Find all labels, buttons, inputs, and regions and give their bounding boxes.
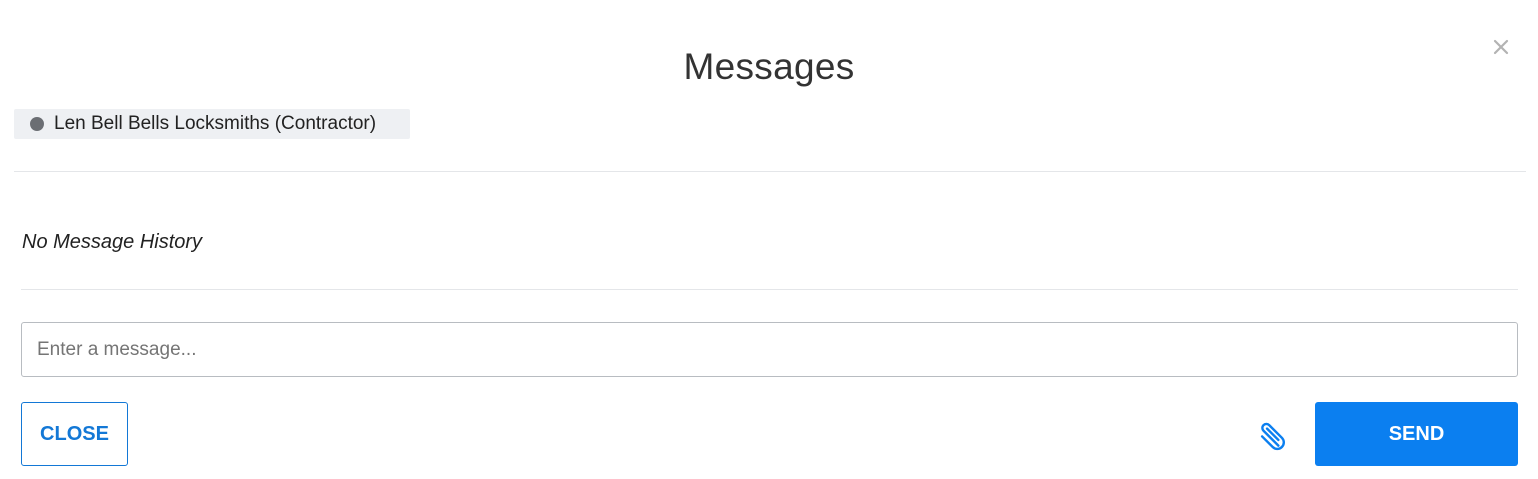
- message-input[interactable]: [21, 322, 1518, 377]
- modal-title: Messages: [683, 46, 855, 87]
- send-button[interactable]: SEND: [1315, 402, 1518, 466]
- close-button[interactable]: CLOSE: [21, 402, 128, 466]
- empty-history-text: No Message History: [22, 231, 203, 253]
- history-divider: [21, 289, 1518, 290]
- contact-label: Len Bell Bells Locksmiths (Contractor): [54, 113, 377, 134]
- close-x-icon[interactable]: [1490, 36, 1510, 56]
- header-divider: [14, 171, 1526, 172]
- status-dot-icon: [30, 117, 44, 131]
- messages-modal: Messages Len Bell Bells Locksmiths (Cont…: [0, 0, 1538, 479]
- paperclip-icon: [1254, 417, 1290, 456]
- contact-chip: Len Bell Bells Locksmiths (Contractor): [14, 109, 410, 139]
- attach-button[interactable]: [1253, 417, 1291, 455]
